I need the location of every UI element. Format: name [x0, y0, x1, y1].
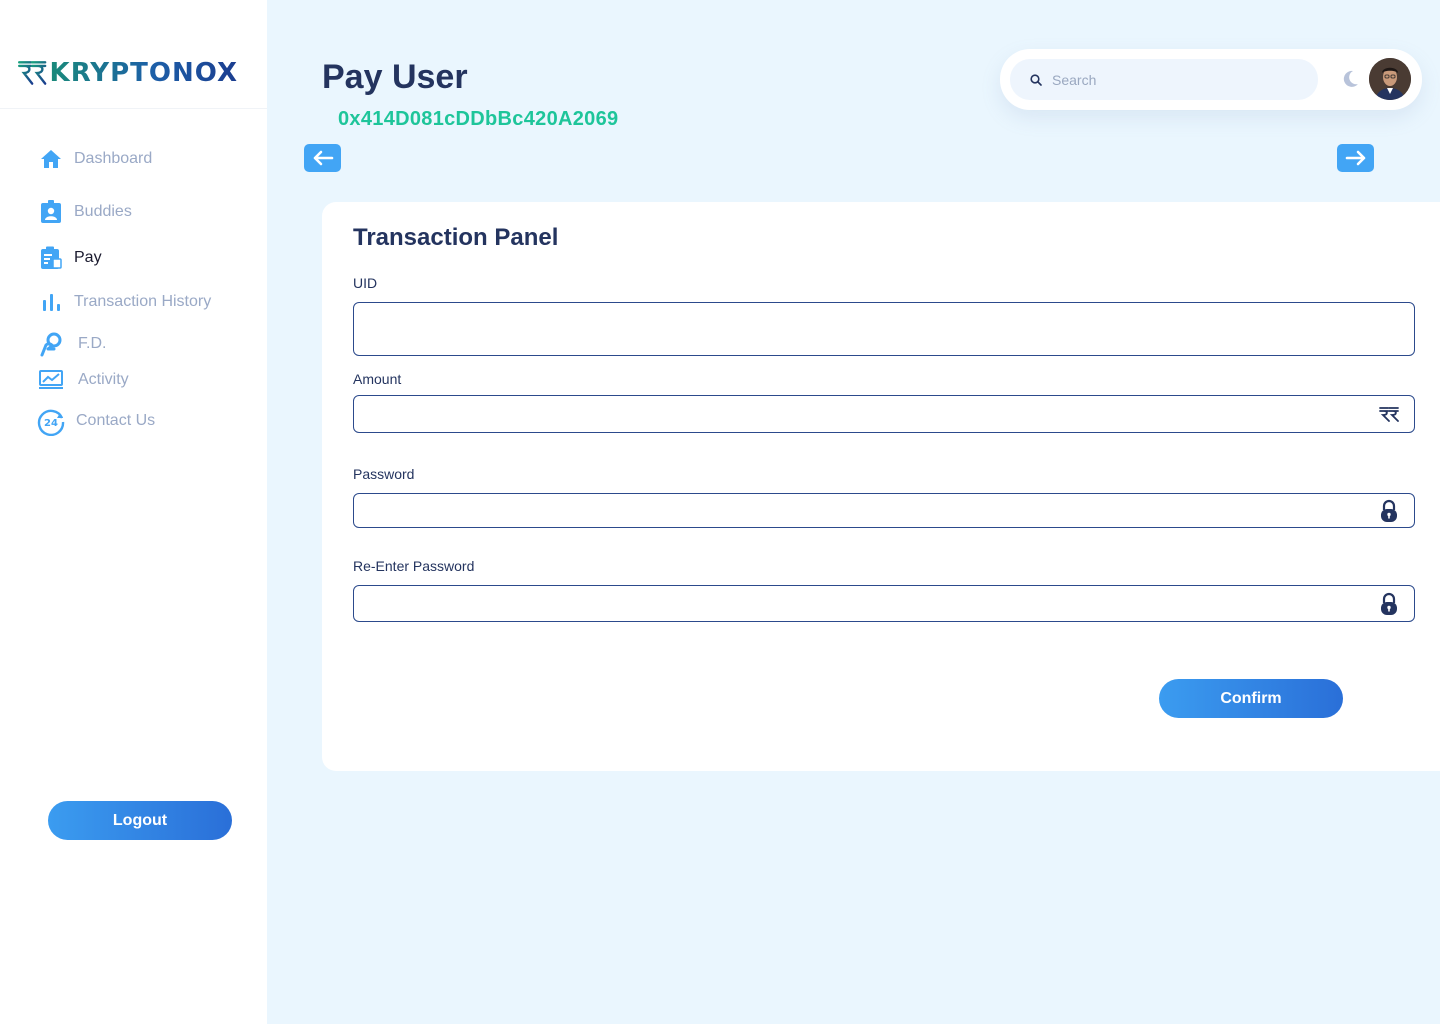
reenter-password-field[interactable]	[353, 585, 1415, 622]
brand-logo[interactable]: KRYPTONOX	[18, 50, 238, 96]
svg-text:24: 24	[44, 418, 58, 429]
back-button[interactable]	[304, 144, 341, 172]
logo-icon	[18, 61, 47, 85]
moon-icon[interactable]	[1340, 69, 1360, 89]
sidebar-item-label: Buddies	[74, 203, 132, 220]
sidebar-item-pay[interactable]: Pay	[36, 243, 102, 273]
currency-icon	[1378, 402, 1400, 426]
home-icon	[36, 144, 66, 174]
confirm-button[interactable]: Confirm	[1159, 679, 1343, 718]
activity-chart-icon	[36, 365, 66, 395]
bar-chart-icon	[36, 287, 66, 317]
hand-coin-icon	[36, 329, 66, 359]
arrow-right-icon	[1345, 150, 1365, 166]
sidebar-item-label: Activity	[78, 371, 129, 388]
sidebar-item-fd[interactable]: F.D.	[36, 329, 106, 359]
wallet-address: 0x414D081cDDbBc420A2069	[338, 108, 619, 130]
reenter-password-label: Re-Enter Password	[353, 558, 475, 574]
uid-input[interactable]	[354, 303, 1414, 355]
amount-input[interactable]	[354, 396, 1414, 432]
logout-button[interactable]: Logout	[48, 801, 232, 840]
user-avatar[interactable]	[1369, 58, 1411, 100]
brand-name: KRYPTONOX	[49, 58, 238, 88]
sidebar-item-label: Contact Us	[76, 412, 156, 429]
arrow-left-icon	[313, 150, 333, 166]
sidebar-item-label: Dashboard	[74, 150, 153, 167]
uid-field[interactable]	[353, 302, 1415, 356]
sidebar-item-dashboard[interactable]: Dashboard	[36, 144, 152, 174]
sidebar-item-label: F.D.	[78, 335, 107, 352]
panel-title: Transaction Panel	[353, 224, 559, 251]
page-title: Pay User	[322, 58, 468, 96]
sidebar-item-label: Transaction History	[74, 293, 212, 310]
password-field[interactable]	[353, 493, 1415, 528]
lock-icon	[1378, 499, 1400, 523]
search-box[interactable]	[1010, 59, 1318, 100]
sidebar-item-activity[interactable]: Activity	[36, 365, 129, 395]
search-input[interactable]	[1052, 71, 1292, 88]
transaction-panel: Transaction Panel UID Amount Password Re…	[322, 202, 1440, 771]
amount-field[interactable]	[353, 395, 1415, 433]
password-input[interactable]	[354, 494, 1414, 527]
password-label: Password	[353, 466, 415, 482]
top-bar	[1000, 49, 1422, 110]
sidebar-item-buddies[interactable]: Buddies	[36, 197, 132, 227]
reenter-password-input[interactable]	[354, 586, 1414, 621]
logo-divider	[0, 108, 267, 109]
sidebar-item-label: Pay	[74, 249, 102, 266]
contact-badge-icon	[36, 197, 66, 227]
amount-label: Amount	[353, 371, 402, 387]
sidebar-item-transaction-history[interactable]: Transaction History	[36, 287, 211, 317]
sidebar: KRYPTONOX Dashboard Buddies Pay Transact…	[0, 0, 267, 1024]
clipboard-icon	[36, 243, 66, 273]
support-24-icon: 24	[36, 406, 66, 436]
forward-button[interactable]	[1337, 144, 1374, 172]
lock-icon	[1378, 592, 1400, 616]
search-icon	[1030, 73, 1042, 86]
sidebar-item-contact-us[interactable]: 24 Contact Us	[36, 406, 155, 436]
uid-label: UID	[353, 275, 378, 291]
